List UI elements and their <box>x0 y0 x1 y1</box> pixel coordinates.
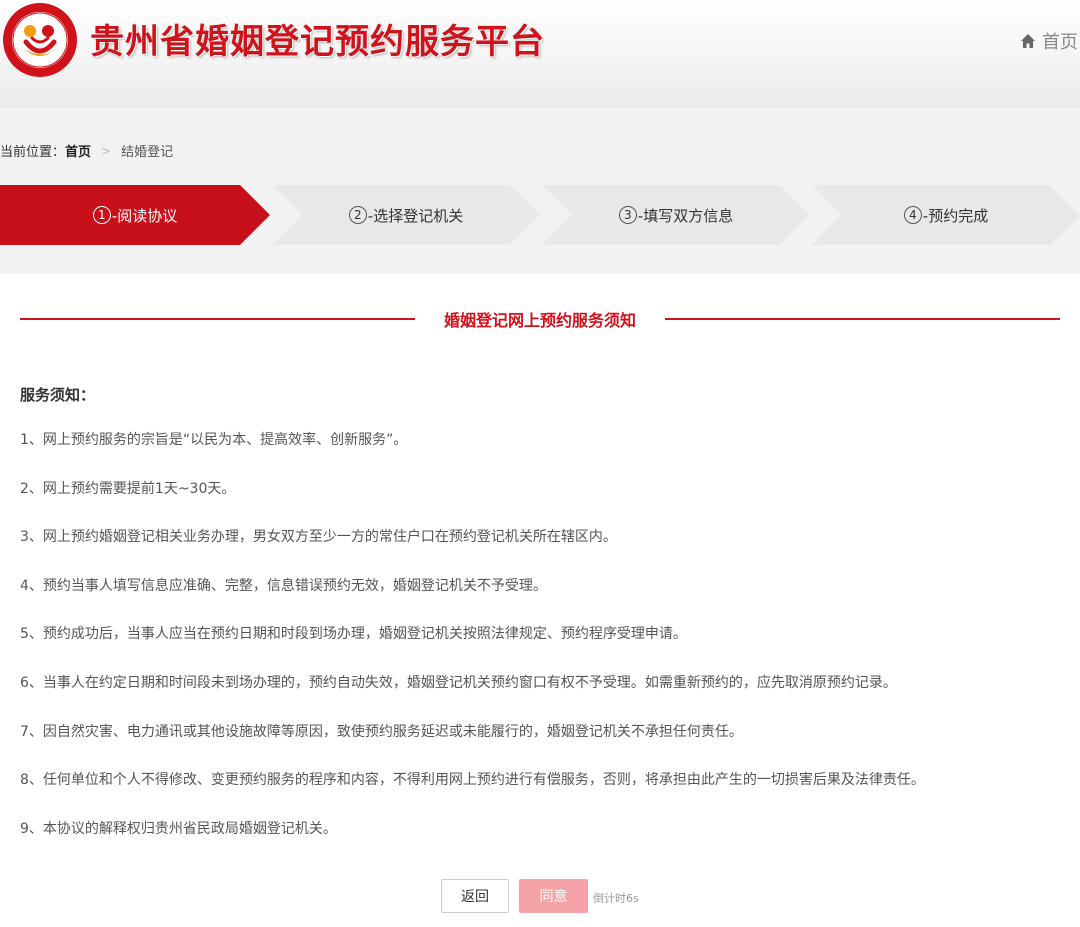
step-2-label: -选择登记机关 <box>367 206 464 225</box>
rule-item: 4、预约当事人填写信息应准确、完整，信息错误预约无效，婚姻登记机关不予受理。 <box>20 577 547 594</box>
rule-item: 7、因自然灾害、电力通讯或其他设施故障等原因，致使预约服务延迟或未能履行的，婚姻… <box>20 723 743 740</box>
section-label: 服务须知： <box>20 386 96 404</box>
notice-heading: 婚姻登记网上预约服务须知 <box>20 303 1060 333</box>
step-indicator: 1 -阅读协议 2 -选择登记机关 3 -填写双方信息 4 -预约完成 <box>0 185 1080 245</box>
step-3: 3 -填写双方信息 <box>542 185 810 245</box>
rule-item: 6、当事人在约定日期和时间段未到场办理的，预约自动失效，婚姻登记机关预约窗口有权… <box>20 674 897 691</box>
rule-item: 2、网上预约需要提前1天~30天。 <box>20 480 236 497</box>
home-icon <box>1021 34 1035 48</box>
notice-title: 婚姻登记网上预约服务须知 <box>427 311 652 330</box>
progress-band: 当前位置： 首页 > 结婚登记 1 -阅读协议 2 -选择登记机关 3 -填写双… <box>0 108 1080 274</box>
rules-list: 1、网上预约服务的宗旨是“以民为本、提高效率、创新服务”。 2、网上预约需要提前… <box>20 430 925 867</box>
step-4: 4 -预约完成 <box>812 185 1080 245</box>
site-header: 贵州省婚姻登记预约服务平台 首页 <box>0 0 1080 108</box>
step-1-number: 1 <box>92 206 111 224</box>
breadcrumb-current: 结婚登记 <box>121 145 174 160</box>
breadcrumb: 当前位置： 首页 > 结婚登记 <box>0 141 174 161</box>
step-4-label: -预约完成 <box>922 206 989 225</box>
step-3-label: -填写双方信息 <box>637 206 734 225</box>
breadcrumb-home-link[interactable]: 首页 <box>65 141 91 160</box>
step-2: 2 -选择登记机关 <box>272 185 540 245</box>
countdown-text: 倒计时6s <box>593 892 639 905</box>
agree-button[interactable]: 同意 <box>519 879 588 913</box>
step-1: 1 -阅读协议 <box>0 185 270 245</box>
rule-item: 3、网上预约婚姻登记相关业务办理，男女双方至少一方的常住户口在预约登记机关所在辖… <box>20 529 617 546</box>
site-title: 贵州省婚姻登记预约服务平台 <box>90 22 545 62</box>
rule-item: 5、预约成功后，当事人应当在预约日期和时段到场办理，婚姻登记机关按照法律规定、预… <box>20 626 687 643</box>
rule-item: 1、网上预约服务的宗旨是“以民为本、提高效率、创新服务”。 <box>20 432 408 448</box>
notice-title-wrap: 婚姻登记网上预约服务须知 <box>20 307 1060 331</box>
home-link-label: 首页 <box>1042 32 1078 53</box>
marriage-registration-logo[interactable] <box>2 2 78 78</box>
back-button[interactable]: 返回 <box>441 879 509 913</box>
step-3-number: 3 <box>618 206 637 224</box>
step-2-number: 2 <box>348 206 367 224</box>
step-1-label: -阅读协议 <box>111 206 178 225</box>
rule-item: 9、本协议的解释权归贵州省民政局婚姻登记机关。 <box>20 820 337 837</box>
step-4-number: 4 <box>903 206 922 224</box>
breadcrumb-separator-icon: > <box>101 143 112 158</box>
breadcrumb-prefix: 当前位置： <box>0 145 66 160</box>
rule-item: 8、任何单位和个人不得修改、变更预约服务的程序和内容，不得利用网上预约进行有偿服… <box>20 772 925 789</box>
home-link[interactable]: 首页 <box>1020 28 1078 54</box>
